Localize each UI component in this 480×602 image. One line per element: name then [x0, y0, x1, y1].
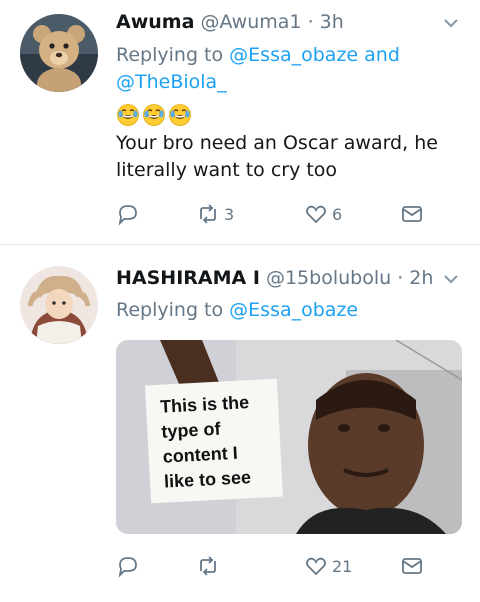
- mention-link[interactable]: @Essa_obaze: [229, 44, 358, 66]
- chevron-down-icon[interactable]: [442, 14, 460, 32]
- direct-message-button[interactable]: [400, 553, 424, 579]
- retweet-icon: [200, 204, 216, 224]
- heart-icon: [306, 205, 326, 224]
- tweet-1[interactable]: Awuma @Awuma1 · 3h Replying to @Essa_oba…: [0, 0, 480, 245]
- like-count: 21: [332, 556, 353, 576]
- tweet-text: Your bro need an Oscar award, he literal…: [116, 132, 438, 181]
- like-button[interactable]: 21: [304, 553, 352, 579]
- envelope-icon: [402, 206, 422, 222]
- mention-link[interactable]: @TheBiola_: [116, 71, 227, 93]
- retweet-button[interactable]: 3: [196, 201, 234, 227]
- replying-to: Replying to @Essa_obaze: [116, 297, 358, 324]
- heart-icon: [306, 557, 326, 576]
- replying-to-label: Replying to: [116, 299, 224, 321]
- action-bar: 21: [116, 553, 426, 579]
- avatar-anime-character[interactable]: [20, 266, 98, 344]
- reply-icon: [118, 557, 137, 578]
- face-with-tears-of-joy-icon: [143, 104, 165, 126]
- separator: ·: [397, 267, 404, 289]
- reply-button[interactable]: [116, 201, 140, 227]
- chevron-down-icon[interactable]: [442, 270, 460, 288]
- envelope-icon: [402, 558, 422, 574]
- direct-message-button[interactable]: [400, 201, 424, 227]
- avatar-teddy-bear[interactable]: [20, 14, 98, 92]
- tweet-header: HASHIRAMA I @15bolubolu · 2h: [116, 266, 433, 290]
- like-count: 6: [332, 204, 343, 224]
- image-sign: This is the type of content I like to se…: [145, 378, 283, 504]
- mention-conjunction: and: [364, 44, 400, 66]
- timestamp[interactable]: 2h: [409, 267, 433, 289]
- action-bar: 3 6: [116, 201, 426, 227]
- reply-icon: [118, 205, 137, 226]
- face-with-tears-of-joy-icon: [169, 104, 191, 126]
- separator: ·: [307, 11, 314, 33]
- tweet-header: Awuma @Awuma1 · 3h: [116, 10, 344, 34]
- display-name[interactable]: Awuma: [116, 11, 194, 33]
- reply-button[interactable]: [116, 553, 140, 579]
- retweet-icon: [200, 556, 216, 576]
- retweet-button[interactable]: [196, 553, 224, 579]
- replying-to: Replying to @Essa_obaze and @TheBiola_: [116, 42, 436, 96]
- retweet-count: 3: [224, 204, 235, 224]
- sign-line: like to see: [163, 467, 252, 492]
- timestamp[interactable]: 3h: [320, 11, 344, 33]
- mention-link[interactable]: @Essa_obaze: [229, 299, 358, 321]
- user-handle[interactable]: @Awuma1: [200, 11, 301, 33]
- emoji-row: [116, 103, 192, 127]
- display-name[interactable]: HASHIRAMA I: [116, 267, 260, 289]
- user-handle[interactable]: @15bolubolu: [266, 267, 391, 289]
- like-button[interactable]: 6: [304, 201, 342, 227]
- replying-to-label: Replying to: [116, 44, 224, 66]
- face-with-tears-of-joy-icon: [117, 104, 139, 126]
